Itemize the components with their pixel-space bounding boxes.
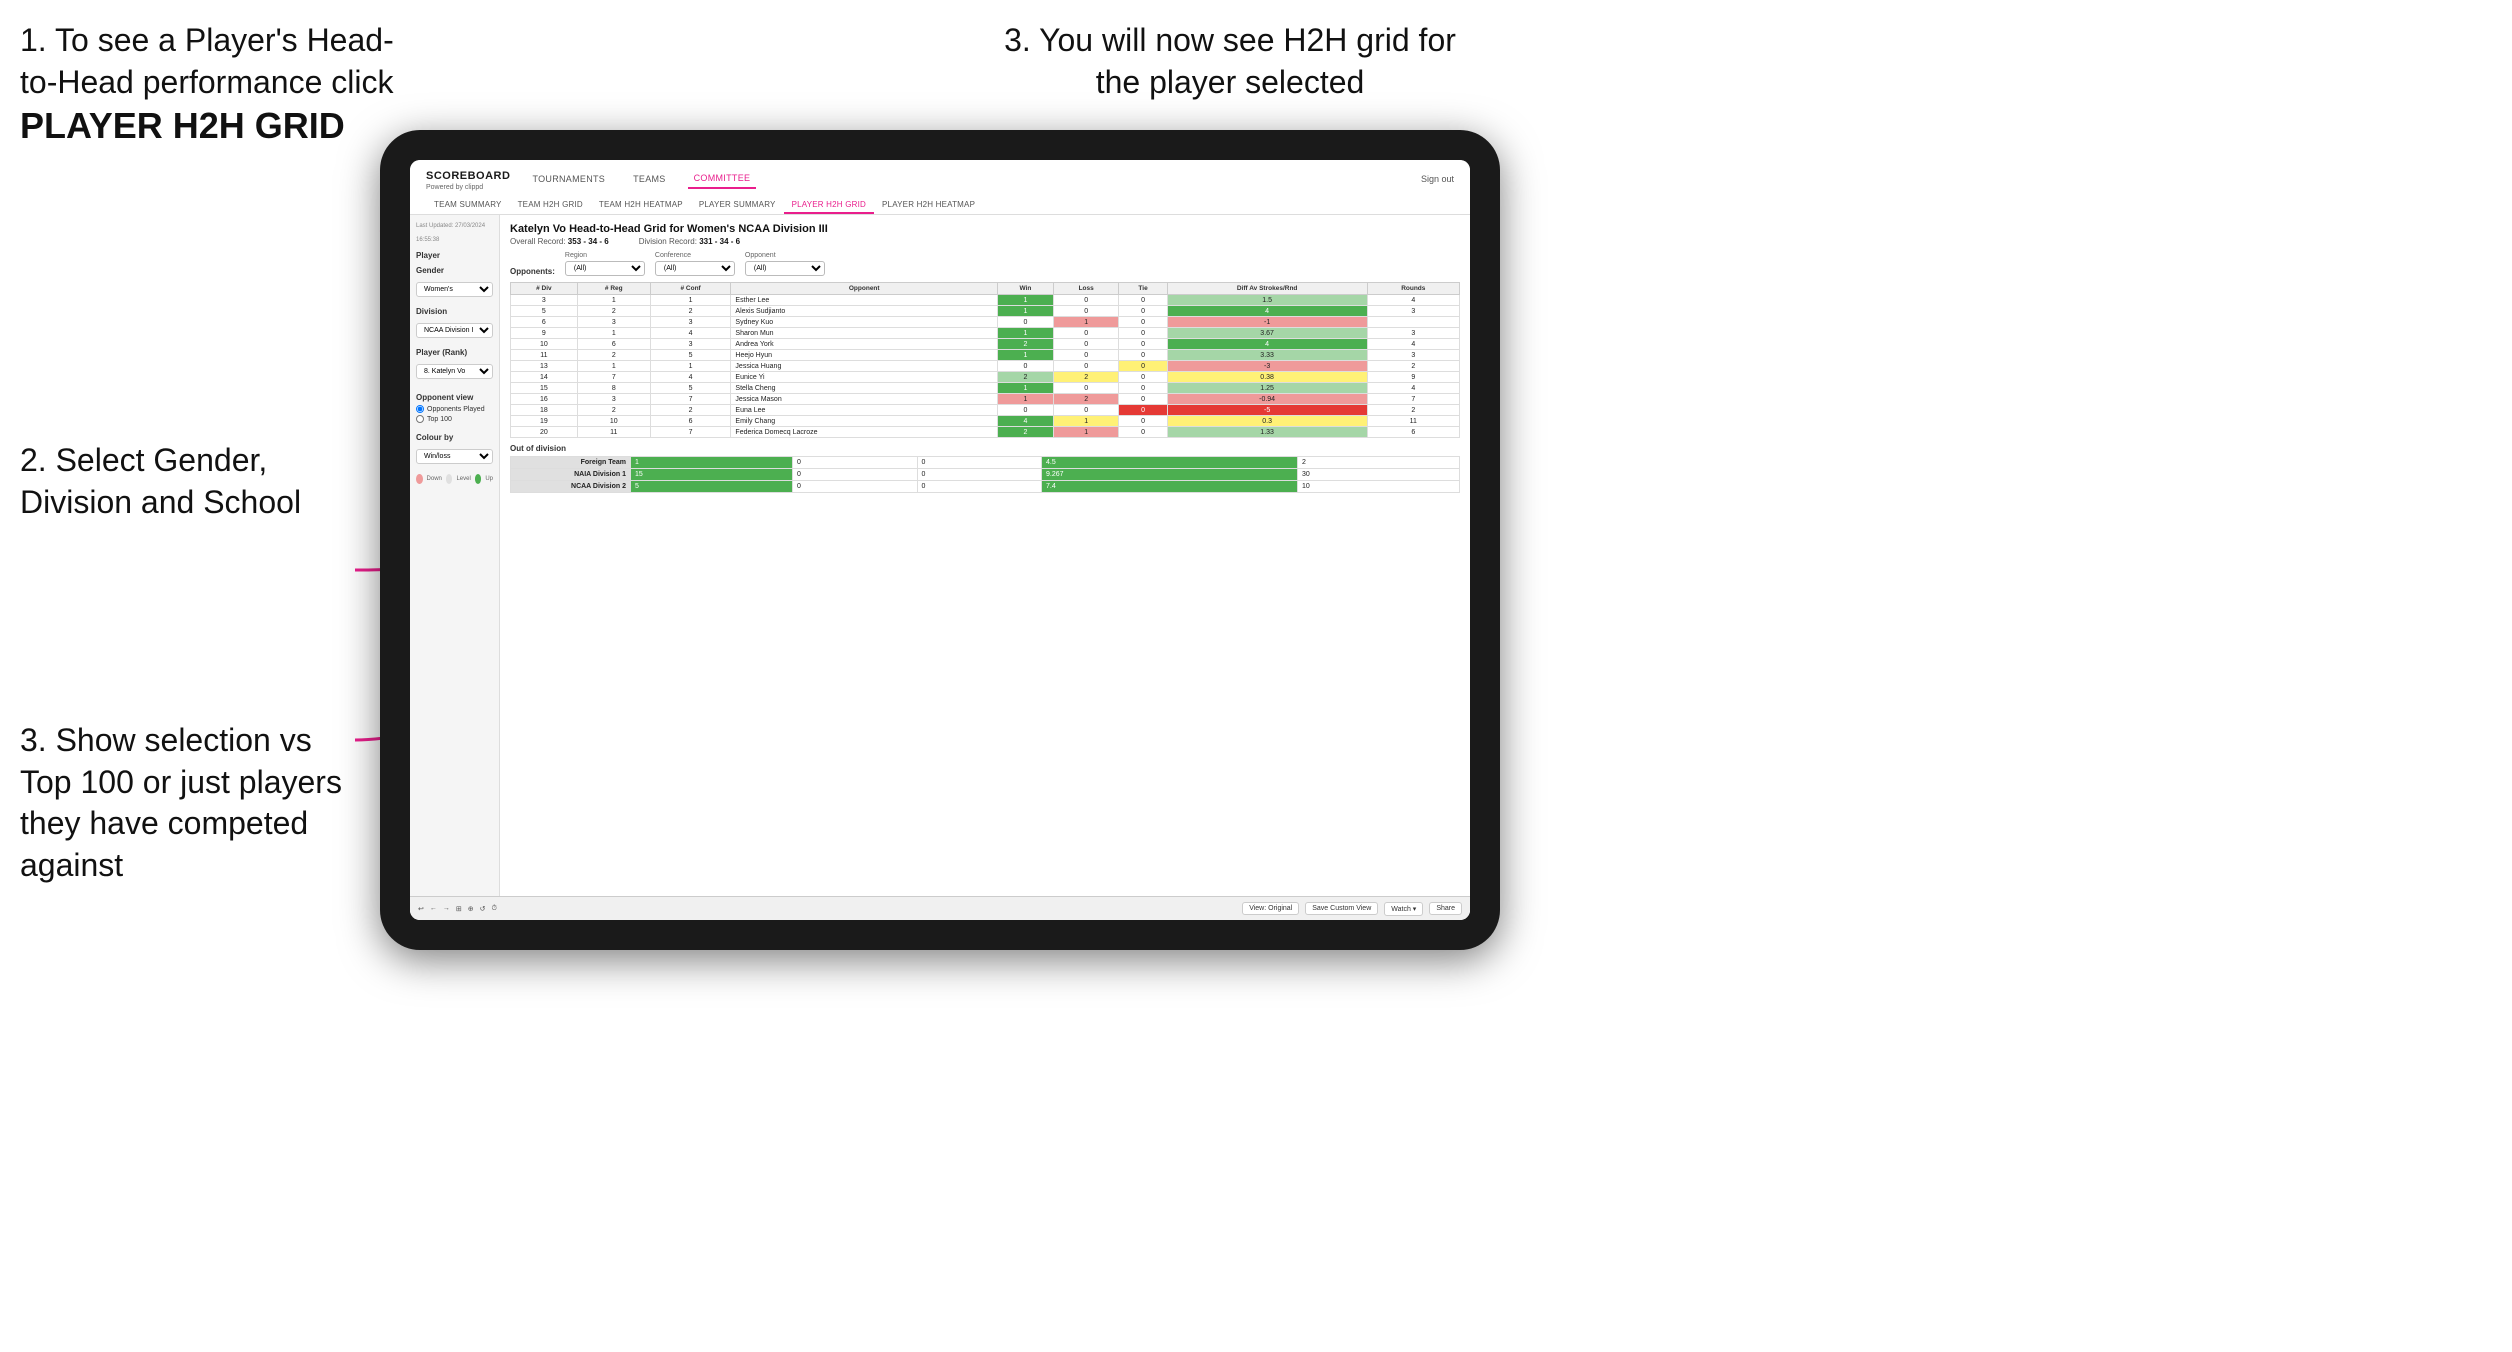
sidebar-timestamp: Last Updated: 27/03/2024: [416, 223, 493, 229]
sidebar-colour-by-select[interactable]: Win/loss: [416, 449, 493, 464]
tablet-screen: SCOREBOARD Powered by clippd TOURNAMENTS…: [410, 160, 1470, 920]
region-filter-group: Region (All): [565, 252, 645, 276]
sidebar-time: 16:55:38: [416, 237, 493, 243]
instruction-top-left: 1. To see a Player's Head-to-Head perfor…: [20, 20, 400, 150]
colour-dot-level: [446, 474, 453, 484]
sidebar-gender-label: Gender: [416, 266, 493, 275]
sub-nav-team-summary[interactable]: TEAM SUMMARY: [426, 197, 510, 214]
sign-out-link[interactable]: Sign out: [1421, 174, 1454, 184]
sub-nav-player-h2h-grid[interactable]: PLAYER H2H GRID: [784, 197, 874, 214]
h2h-data-table: # Div # Reg # Conf Opponent Win Loss Tie…: [510, 282, 1460, 438]
sub-nav-team-h2h-heatmap[interactable]: TEAM H2H HEATMAP: [591, 197, 691, 214]
th-reg: # Reg: [577, 283, 650, 295]
toolbar-refresh[interactable]: ↺: [480, 905, 486, 913]
colour-dot-up: [475, 474, 482, 484]
sub-nav-team-h2h-grid[interactable]: TEAM H2H GRID: [510, 197, 591, 214]
th-conf: # Conf: [650, 283, 731, 295]
th-div: # Div: [511, 283, 578, 295]
th-win: Win: [998, 283, 1054, 295]
toolbar-add[interactable]: ⊕: [468, 905, 474, 913]
app-header: SCOREBOARD Powered by clippd TOURNAMENTS…: [410, 160, 1470, 215]
table-row: 1822Euna Lee000-52: [511, 405, 1460, 416]
table-row: 311Esther Lee1001.54: [511, 295, 1460, 306]
table-row: 1474Eunice Yi2200.389: [511, 372, 1460, 383]
table-row: 1637Jessica Mason120-0.947: [511, 394, 1460, 405]
filter-row: Opponents: Region (All) Conference (All): [510, 252, 1460, 276]
table-row: 914Sharon Mun1003.673: [511, 328, 1460, 339]
sidebar-player-rank-label: Player (Rank): [416, 348, 493, 357]
out-div-row: NAIA Division 115009.26730: [511, 469, 1460, 481]
main-content: Last Updated: 27/03/2024 16:55:38 Player…: [410, 215, 1470, 919]
opponent-filter-group: Opponent (All): [745, 252, 825, 276]
sub-nav-player-h2h-heatmap[interactable]: PLAYER H2H HEATMAP: [874, 197, 983, 214]
division-record: Division Record: 331 - 34 - 6: [639, 237, 740, 246]
out-div-row: Foreign Team1004.52: [511, 457, 1460, 469]
sidebar-radio-opponents-played[interactable]: Opponents Played: [416, 405, 493, 413]
opponent-filter-select[interactable]: (All): [745, 261, 825, 276]
sidebar-division-select[interactable]: NCAA Division III: [416, 323, 493, 338]
out-div-row: NCAA Division 25007.410: [511, 481, 1460, 493]
sidebar-radio-top100[interactable]: Top 100: [416, 415, 493, 423]
th-opponent: Opponent: [731, 283, 998, 295]
region-filter-select[interactable]: (All): [565, 261, 645, 276]
table-row: 1125Heejo Hyun1003.333: [511, 350, 1460, 361]
toolbar-undo[interactable]: ↩: [418, 905, 424, 913]
toolbar-save-custom-view[interactable]: Save Custom View: [1305, 902, 1378, 915]
th-tie: Tie: [1119, 283, 1167, 295]
nav-tournaments[interactable]: TOURNAMENTS: [526, 170, 611, 188]
table-row: 19106Emily Chang4100.311: [511, 416, 1460, 427]
th-loss: Loss: [1053, 283, 1119, 295]
grid-title: Katelyn Vo Head-to-Head Grid for Women's…: [510, 223, 1460, 235]
opponents-filter-label: Opponents:: [510, 267, 555, 276]
sidebar-opponent-view-label: Opponent view: [416, 393, 493, 402]
nav-teams[interactable]: TEAMS: [627, 170, 672, 188]
sidebar-colour-by-label: Colour by: [416, 433, 493, 442]
tablet-frame: SCOREBOARD Powered by clippd TOURNAMENTS…: [380, 130, 1500, 950]
table-row: 633Sydney Kuo010-1: [511, 317, 1460, 328]
sidebar-player-label: Player: [416, 251, 493, 260]
app-toolbar: ↩ ← → ⊞ ⊕ ↺ ⏱ View: Original Save Custom…: [410, 896, 1470, 920]
sub-nav-player-summary[interactable]: PLAYER SUMMARY: [691, 197, 784, 214]
out-of-division-table: Foreign Team1004.52NAIA Division 115009.…: [510, 456, 1460, 493]
toolbar-forward[interactable]: →: [443, 905, 450, 912]
instruction-top-right: 3. You will now see H2H grid for the pla…: [980, 20, 1480, 103]
table-row: 1585Stella Cheng1001.254: [511, 383, 1460, 394]
th-rounds: Rounds: [1367, 283, 1459, 295]
th-diff: Diff Av Strokes/Rnd: [1167, 283, 1367, 295]
sidebar: Last Updated: 27/03/2024 16:55:38 Player…: [410, 215, 500, 919]
toolbar-view-original[interactable]: View: Original: [1242, 902, 1299, 915]
instruction-bottom-left: 3. Show selection vs Top 100 or just pla…: [20, 720, 350, 886]
out-of-division-header: Out of division: [510, 444, 1460, 453]
toolbar-timer[interactable]: ⏱: [492, 905, 497, 913]
instruction-mid-left: 2. Select Gender, Division and School: [20, 440, 350, 523]
sidebar-gender-select[interactable]: Women's: [416, 282, 493, 297]
grid-records: Overall Record: 353 - 34 - 6 Division Re…: [510, 237, 1460, 246]
sidebar-division-label: Division: [416, 307, 493, 316]
toolbar-grid[interactable]: ⊞: [456, 905, 462, 913]
toolbar-watch[interactable]: Watch ▾: [1384, 902, 1423, 916]
conference-filter-select[interactable]: (All): [655, 261, 735, 276]
sidebar-player-rank-select[interactable]: 8. Katelyn Vo: [416, 364, 493, 379]
table-row: 1063Andrea York20044: [511, 339, 1460, 350]
nav-committee[interactable]: COMMITTEE: [688, 169, 757, 189]
toolbar-back[interactable]: ←: [430, 905, 437, 912]
toolbar-share[interactable]: Share: [1429, 902, 1462, 915]
table-row: 1311Jessica Huang000-32: [511, 361, 1460, 372]
app-logo: SCOREBOARD Powered by clippd: [426, 166, 510, 191]
grid-area: Katelyn Vo Head-to-Head Grid for Women's…: [500, 215, 1470, 919]
colour-legend: Down Level Up: [416, 474, 493, 484]
table-row: 20117Federica Domecq Lacroze2101.336: [511, 427, 1460, 438]
table-row: 522Alexis Sudjianto10043: [511, 306, 1460, 317]
colour-dot-down: [416, 474, 423, 484]
overall-record: Overall Record: 353 - 34 - 6: [510, 237, 609, 246]
conference-filter-group: Conference (All): [655, 252, 735, 276]
